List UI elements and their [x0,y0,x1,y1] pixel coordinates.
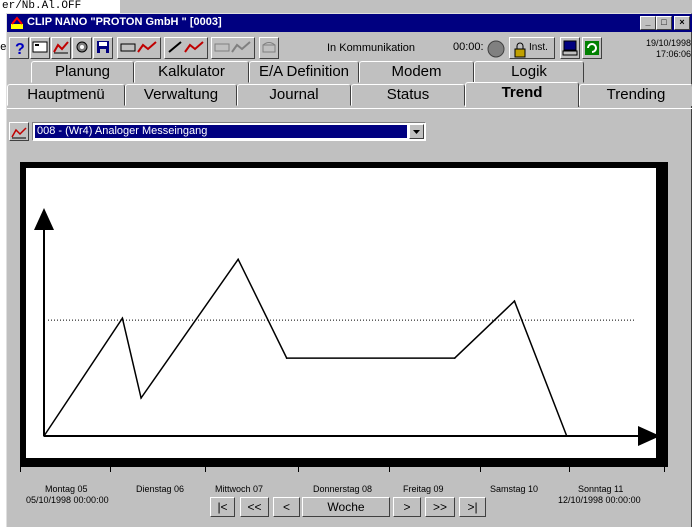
tab-bar: Planung Kalkulator E/A Definition Modem … [7,61,692,109]
x-tick [664,466,665,472]
tab-underline [7,108,692,109]
svg-text:?: ? [15,41,25,56]
refresh-button[interactable] [582,37,602,59]
maximize-button[interactable]: □ [656,16,672,30]
help-icon: ? [15,41,25,56]
tab-modem[interactable]: Modem [359,61,474,83]
app-icon [11,16,23,29]
calculator-button[interactable] [30,37,50,59]
chart-type-button[interactable] [9,122,29,141]
tab-planung[interactable]: Planung [31,61,134,83]
x-tick [110,466,111,472]
title-bar[interactable]: CLIP NANO "PROTON GmbH " [0003] _ □ × [7,14,692,32]
data-point [121,317,124,319]
x-axis-arrow [638,426,656,446]
date-time-display: 19/10/1998 17:06:06 [637,38,691,60]
channel-select[interactable]: 008 - (Wr4) Analoger Messeingang [32,122,426,141]
disabled-trend-button[interactable] [211,37,255,59]
data-point [140,397,142,399]
dropdown-arrow[interactable] [409,124,424,139]
tab-journal[interactable]: Journal [237,84,351,106]
close-button[interactable]: × [674,16,690,30]
data-point [453,357,456,359]
refresh-icon [585,41,599,55]
x-tick-label: Mittwoch 07 [215,484,264,494]
help-button[interactable]: ? [9,37,29,59]
pen-chart-icon [168,41,204,53]
data-point [43,435,45,437]
x-tick [205,466,206,472]
chart-area [26,168,656,458]
chart-icon [53,41,69,54]
range-end-label: 12/10/1998 00:00:00 [558,495,641,505]
channel-select-value: 008 - (Wr4) Analoger Messeingang [35,125,407,138]
trend-chart [34,208,656,446]
data-point [285,357,288,359]
x-tick-label: Dienstag 06 [136,484,185,494]
x-tick [480,466,481,472]
disk-button[interactable] [72,37,92,59]
x-tick-label: Samstag 10 [490,484,539,494]
data-point [618,435,620,437]
x-tick-label: Sonntag 11 [578,484,624,494]
comm-timer: 00:00: [453,41,484,53]
install-button[interactable]: Inst. [509,37,555,59]
nav-last-button[interactable]: >| [459,497,486,517]
x-tick [298,466,299,472]
x-tick-label: Donnerstag 08 [313,484,373,494]
data-point [513,300,516,302]
chart-frame [20,162,668,467]
date-text: 19/10/1998 [645,38,691,48]
computer-button[interactable] [560,37,580,59]
line-chart-icon [11,127,27,139]
status-indicator-icon [487,40,505,58]
x-tick [569,466,570,472]
toolbar: ? In Kommunikation 00:00: Inst. 19/10/19… [7,34,692,62]
range-start-label: 05/10/1998 00:00:00 [26,495,109,505]
series-line [43,257,619,437]
nav-prev-fast-button[interactable]: << [240,497,269,517]
minimize-button[interactable]: _ [640,16,656,30]
edit-trend-button[interactable] [164,37,208,59]
y-axis-arrow [34,208,54,230]
tab-logik[interactable]: Logik [474,61,584,83]
communication-status: In Kommunikation [327,42,416,54]
nav-next-fast-button[interactable]: >> [425,497,455,517]
calculator-icon [32,41,48,53]
x-tick-label: Montag 05 [45,484,88,494]
disks-icon [76,41,88,53]
time-text: 17:06:06 [655,49,691,59]
data-point [237,258,239,261]
tab-hauptmenue[interactable]: Hauptmenü [7,84,125,106]
phone-icon [262,42,276,53]
computer-icon [562,40,578,56]
lock-icon [514,42,526,58]
tab-trend[interactable]: Trend [465,82,579,107]
printer-chart-icon [120,41,157,53]
nav-period-button[interactable]: Woche [302,497,390,517]
print-trend-button[interactable] [117,37,161,59]
chevron-down-icon [413,130,420,134]
tab-kalkulator[interactable]: Kalkulator [134,61,249,83]
floppy-icon [97,41,109,53]
background-text: er/Nb.Al.OFF [2,0,82,12]
x-tick-label: Freitag 09 [403,484,444,494]
nav-prev-button[interactable]: < [273,497,300,517]
x-tick [389,466,390,472]
faded-chart-icon [214,41,251,53]
tab-trending[interactable]: Trending [579,84,692,106]
nav-first-button[interactable]: |< [210,497,235,517]
install-label: Inst. [529,42,548,53]
tab-verwaltung[interactable]: Verwaltung [125,84,237,106]
tab-status[interactable]: Status [351,84,465,106]
chart-button[interactable] [51,37,71,59]
nav-next-button[interactable]: > [393,497,421,517]
data-point [565,435,568,437]
x-tick [20,466,21,472]
x-axis-labels: Montag 05 Dienstag 06 Mittwoch 07 Donnersta… [20,466,670,505]
window-title: CLIP NANO "PROTON GmbH " [0003] [27,16,222,28]
save-button[interactable] [93,37,113,59]
tab-ea-definition[interactable]: E/A Definition [249,61,359,83]
phone-button[interactable] [259,37,279,59]
